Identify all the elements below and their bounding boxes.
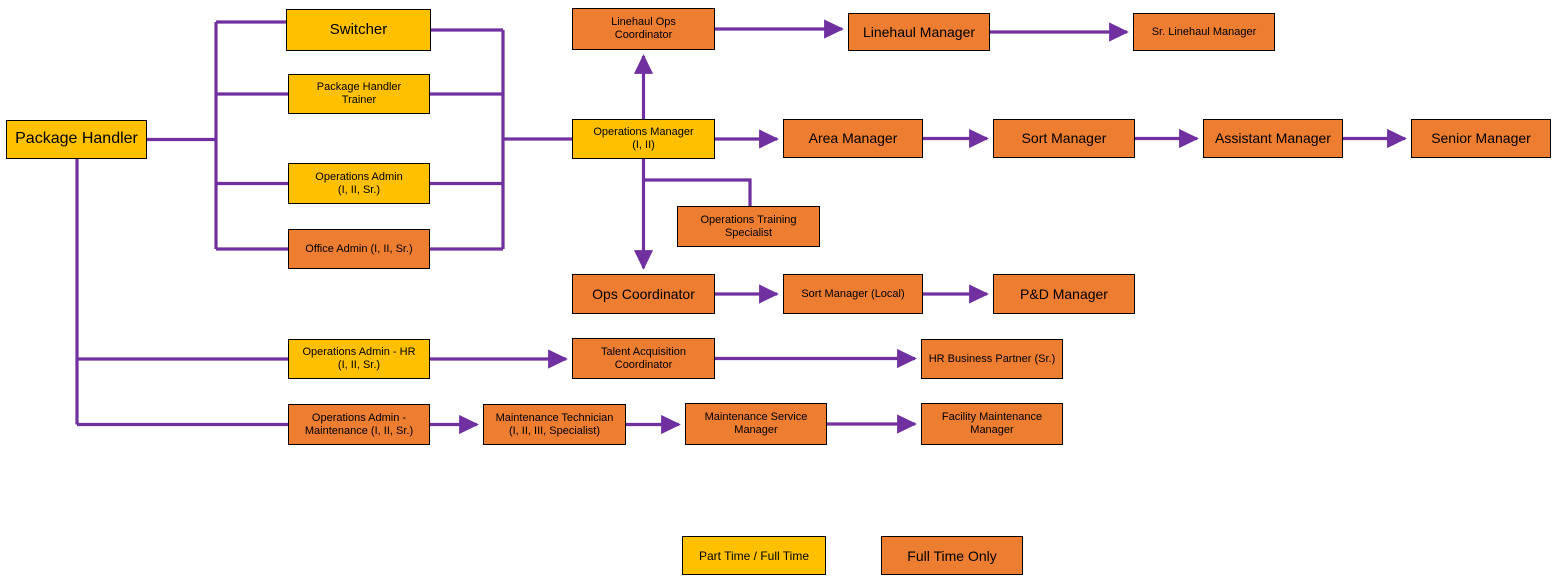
connector-layer	[75, 19, 1407, 435]
node-ops-training-spec[interactable]: Operations Training Specialist	[677, 206, 820, 247]
node-ops-admin-hr[interactable]: Operations Admin - HR (I, II, Sr.)	[288, 339, 430, 379]
node-facility-maint-mgr[interactable]: Facility Maintenance Manager	[921, 403, 1063, 445]
org-chart-canvas: Package Handler Switcher Package Handler T…	[0, 0, 1559, 587]
legend-part-time: Part Time / Full Time	[682, 536, 826, 575]
node-operations-admin[interactable]: Operations Admin (I, II, Sr.)	[288, 163, 430, 204]
node-switcher[interactable]: Switcher	[286, 9, 431, 51]
node-area-manager[interactable]: Area Manager	[783, 119, 923, 158]
node-hr-business-partner[interactable]: HR Business Partner (Sr.)	[921, 339, 1063, 379]
node-pd-manager[interactable]: P&D Manager	[993, 274, 1135, 314]
node-ops-admin-maint[interactable]: Operations Admin - Maintenance (I, II, S…	[288, 404, 430, 445]
node-assistant-manager[interactable]: Assistant Manager	[1203, 119, 1343, 158]
node-sort-manager[interactable]: Sort Manager	[993, 119, 1135, 158]
node-package-handler-trainer[interactable]: Package Handler Trainer	[288, 74, 430, 114]
node-linehaul-ops-coord[interactable]: Linehaul Ops Coordinator	[572, 8, 715, 50]
node-sr-linehaul-manager[interactable]: Sr. Linehaul Manager	[1133, 13, 1275, 51]
node-sort-manager-local[interactable]: Sort Manager (Local)	[783, 274, 923, 314]
legend-full-time: Full Time Only	[881, 536, 1023, 575]
node-senior-manager[interactable]: Senior Manager	[1411, 119, 1551, 158]
node-maint-technician[interactable]: Maintenance Technician (I, II, III, Spec…	[483, 404, 626, 445]
node-ops-coordinator[interactable]: Ops Coordinator	[572, 274, 715, 314]
node-linehaul-manager[interactable]: Linehaul Manager	[848, 13, 990, 51]
edge-opsmgr-to-ops-training-specialist	[643, 178, 752, 206]
node-office-admin[interactable]: Office Admin (I, II, Sr.)	[288, 229, 430, 269]
node-talent-acq-coord[interactable]: Talent Acquisition Coordinator	[572, 338, 715, 379]
node-package-handler[interactable]: Package Handler	[6, 120, 147, 159]
node-operations-manager[interactable]: Operations Manager (I, II)	[572, 119, 715, 159]
node-maint-service-mgr[interactable]: Maintenance Service Manager	[685, 403, 827, 445]
